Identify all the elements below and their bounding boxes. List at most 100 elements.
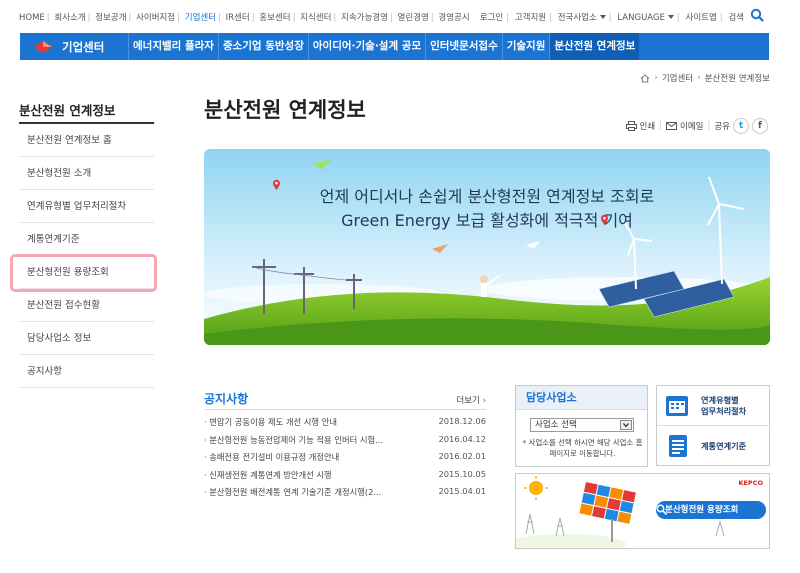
page-tools: 인쇄 | 이메일 | 공유 t f: [625, 118, 768, 134]
nav-item-document-submission[interactable]: 인터넷문서접수: [425, 33, 502, 60]
quick-link-procedure[interactable]: 연계유형별 업무처리절차: [657, 386, 769, 426]
util-link-disclosure-mgmt[interactable]: 경영공시: [438, 11, 469, 23]
util-link-home[interactable]: HOME: [19, 13, 45, 23]
utility-right-links: 로그인 | 고객지원 | 전국사업소 | LANGUAGE | 사이트맵 | 검색: [479, 13, 744, 23]
notice-more-label: 더보기: [456, 396, 480, 406]
capacity-lookup-banner[interactable]: KEPCO 분산형전원 용량조회: [515, 473, 770, 549]
notice-item-date: 2016.02.01: [438, 451, 486, 461]
share-label: 공유: [714, 122, 730, 132]
capacity-lookup-button[interactable]: 분산형전원 용량조회: [656, 501, 766, 519]
office-note: * 사업소를 선택 하시면 해당 사업소 홈페이지로 이동합니다.: [522, 438, 643, 458]
quick-links: 연계유형별 업무처리절차 계통연계기준: [656, 385, 770, 466]
email-icon: [666, 122, 678, 130]
sidebar-item-intro[interactable]: 분산형전원 소개: [19, 157, 154, 190]
nav-brand[interactable]: 기업센터: [20, 33, 128, 60]
facebook-icon[interactable]: f: [752, 118, 768, 134]
sidebar-item-home[interactable]: 분산전원 연계정보 홈: [19, 124, 154, 157]
hero-illustration: [204, 149, 770, 345]
nav-item-idea-contest[interactable]: 아이디어·기술·설계 공모: [307, 33, 425, 60]
search-icon: [656, 504, 667, 515]
email-button[interactable]: 이메일: [680, 120, 703, 132]
hero-banner: 언제 어디서나 손쉽게 분산형전원 연계정보 조회로 Green Energy …: [204, 149, 770, 345]
office-title: 담당사업소: [516, 386, 647, 410]
nav-item-tech-support[interactable]: 기술지원: [501, 33, 550, 60]
print-button[interactable]: 인쇄: [640, 120, 656, 132]
util-link-pr[interactable]: 홍보센터: [259, 11, 290, 23]
kepco-logo-icon: [34, 40, 52, 53]
sidebar-item-office-info[interactable]: 담당사업소 정보: [19, 322, 154, 355]
sidebar-item-criteria[interactable]: 계통연계기준: [19, 223, 154, 256]
nav-item-distributed-power[interactable]: 분산전원 연계정보: [549, 33, 640, 60]
chevron-down-icon: [599, 15, 606, 19]
util-link-ir[interactable]: IR센터: [226, 11, 250, 23]
notice-item-title[interactable]: · 변압기 공동이용 제도 개선 시행 안내: [204, 416, 422, 428]
office-select-value: 사업소 선택: [535, 420, 577, 430]
quick-link-procedure-line2: 업무처리절차: [701, 405, 747, 416]
utility-links: HOME | 회사소개 | 정보공개 | 사이버지점 | 기업센터 | IR센터 | 홍보센…: [19, 11, 470, 23]
quick-link-criteria[interactable]: 계통연계기준: [657, 426, 769, 466]
location-pin-icon: [601, 214, 608, 225]
search-icon[interactable]: [750, 8, 764, 22]
breadcrumb-level2: 분산전원 연계정보: [704, 74, 770, 84]
quick-link-procedure-line1: 연계유형별: [701, 394, 739, 405]
breadcrumb: › 기업센터 › 분산전원 연계정보: [640, 72, 770, 84]
list-item[interactable]: · 분산형전원 능동전압제어 기능 적용 인버터 시험... 2016.04.12: [204, 434, 486, 452]
quick-link-procedure-label: 연계유형별 업무처리절차: [701, 395, 746, 417]
office-select[interactable]: 사업소 선택: [530, 418, 634, 432]
util-link-cyber-branch[interactable]: 사이버지점: [136, 11, 175, 23]
list-item[interactable]: · 신재생전원 계통연계 방안개선 시행 2015.10.05: [204, 469, 486, 487]
banner-headline-2: Green Energy 보급 활성화에 적극적 기여: [341, 211, 633, 230]
list-item[interactable]: · 변압기 공동이용 제도 개선 시행 안내 2018.12.06: [204, 416, 486, 434]
sidebar-title: 분산전원 연계정보: [19, 100, 154, 124]
kepco-logo: KEPCO: [738, 479, 763, 487]
sidebar-item-procedure[interactable]: 연계유형별 업무처리절차: [19, 190, 154, 223]
util-link-company[interactable]: 회사소개: [54, 11, 85, 23]
nav-menus: 에너지밸리 플라자 중소기업 동반성장 아이디어·기술·설계 공모 인터넷문서접…: [128, 33, 640, 60]
notice-item-title[interactable]: · 송배전용 전기설비 이용규정 개정안내: [204, 451, 422, 463]
print-icon: [625, 121, 637, 131]
notice-item-title[interactable]: · 분산형전원 능동전압제어 기능 적용 인버터 시험...: [204, 434, 422, 446]
login-link[interactable]: 로그인: [480, 13, 503, 23]
notice-item-title[interactable]: · 신재생전원 계통연계 방안개선 시행: [204, 469, 422, 481]
office-box: 담당사업소 사업소 선택 * 사업소를 선택 하시면 해당 사업소 홈페이지로 …: [515, 385, 648, 467]
util-link-business-center[interactable]: 기업센터: [185, 11, 216, 23]
sites-dropdown[interactable]: 전국사업소: [558, 13, 606, 23]
notice-title: 공지사항: [204, 392, 249, 406]
notice-item-date: 2018.12.06: [438, 416, 486, 426]
utility-bar: HOME | 회사소개 | 정보공개 | 사이버지점 | 기업센터 | IR센터 | 홍보센…: [0, 0, 800, 32]
util-link-open-management[interactable]: 열린경영: [398, 11, 429, 23]
notice-list: · 변압기 공동이용 제도 개선 시행 안내 2018.12.06 · 분산형전원…: [204, 416, 486, 504]
search-link[interactable]: 검색: [728, 13, 744, 23]
sidebar-item-application-status[interactable]: 분산전원 접수현황: [19, 289, 154, 322]
breadcrumb-level1[interactable]: 기업센터: [662, 72, 693, 84]
document-list-icon: [669, 435, 687, 457]
sidebar-item-notices[interactable]: 공지사항: [19, 355, 154, 388]
notice-item-date: 2016.04.12: [438, 433, 486, 444]
document-calendar-icon: [666, 395, 688, 416]
nav-brand-label: 기업센터: [62, 39, 105, 54]
sitemap-link[interactable]: 사이트맵: [686, 13, 717, 23]
chevron-down-icon: [620, 420, 632, 430]
sidebar-item-capacity-lookup[interactable]: 분산형전원 용량조회: [19, 256, 154, 289]
util-link-disclosure[interactable]: 정보공개: [95, 11, 126, 23]
language-label: LANGUAGE: [617, 13, 665, 23]
notice-item-title[interactable]: · 분산형전원 배전계통 연계 기술기준 개정시행(2...: [204, 486, 422, 498]
list-item[interactable]: · 송배전용 전기설비 이용규정 개정안내 2016.02.01: [204, 451, 486, 469]
twitter-icon[interactable]: t: [733, 118, 749, 134]
home-icon[interactable]: [640, 73, 650, 83]
util-link-sustainability[interactable]: 지속가능경영: [341, 11, 388, 23]
language-dropdown[interactable]: LANGUAGE: [617, 13, 674, 23]
util-link-knowledge[interactable]: 지식센터: [300, 11, 331, 23]
notice-section: 공지사항 더보기 › · 변압기 공동이용 제도 개선 시행 안내 2018.12…: [204, 388, 486, 504]
list-item[interactable]: · 분산형전원 배전계통 연계 기술기준 개정시행(2... 2015.04.01: [204, 486, 486, 504]
nav-item-energy-valley[interactable]: 에너지밸리 플라자: [128, 33, 218, 60]
banner-headline-1: 언제 어디서나 손쉽게 분산형전원 연계정보 조회로: [319, 187, 655, 206]
chevron-down-icon: [667, 15, 674, 19]
notice-more-link[interactable]: 더보기 ›: [456, 394, 486, 406]
location-pin-icon: [273, 179, 280, 190]
capacity-lookup-label: 분산형전원 용량조회: [665, 505, 739, 515]
nav-item-sme-growth[interactable]: 중소기업 동반성장: [217, 33, 308, 60]
support-link[interactable]: 고객지원: [515, 13, 546, 23]
page-title: 분산전원 연계정보: [204, 98, 366, 122]
notice-item-date: 2015.04.01: [438, 486, 486, 496]
